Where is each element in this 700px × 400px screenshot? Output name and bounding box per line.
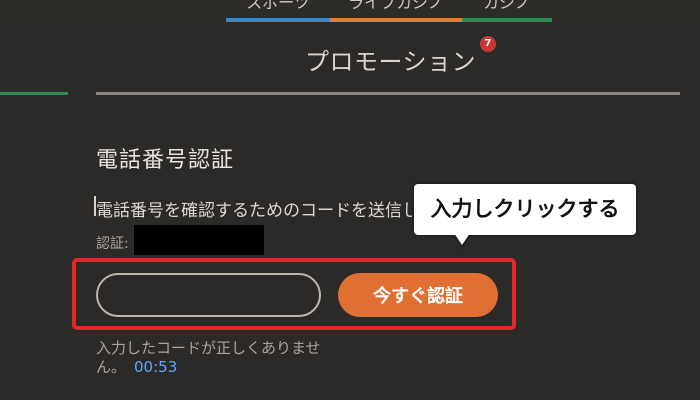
error-message-text: 入力したコードが正しくありません。: [96, 339, 321, 376]
verify-now-button[interactable]: 今すぐ認証: [338, 273, 498, 317]
page-title: プロモーション: [305, 48, 477, 76]
tab-casino[interactable]: カジノ: [462, 0, 552, 22]
redacted-phone-number: [134, 225, 264, 255]
instruction-tooltip: 入力しクリックする: [412, 182, 638, 237]
verification-description: 電話番号を確認するためのコードを送信し: [96, 201, 416, 221]
tab-live-casino-label: ライブカジノ: [348, 0, 444, 12]
section-heading: 電話番号認証: [96, 148, 235, 173]
sidebar-active-indicator: [0, 92, 68, 95]
error-message: 入力したコードが正しくありません。 00:53: [96, 339, 326, 377]
verification-code-input[interactable]: [96, 273, 321, 317]
promotion-count-badge: 7: [480, 36, 496, 52]
tab-sports-label: スポーツ: [246, 0, 310, 12]
auth-label: 認証:: [96, 236, 129, 252]
tab-sports-underline: [226, 18, 330, 22]
tab-casino-underline: [462, 18, 552, 22]
tab-casino-label: カジノ: [483, 0, 531, 12]
tab-live-casino[interactable]: ライブカジノ: [330, 0, 462, 22]
tab-sports[interactable]: スポーツ: [226, 0, 330, 22]
tooltip-pointer: [454, 233, 470, 245]
countdown-timer: 00:53: [134, 358, 178, 376]
tab-live-casino-underline: [330, 18, 462, 22]
section-divider: [96, 92, 680, 95]
top-nav: スポーツ ライブカジノ カジノ: [0, 0, 700, 22]
